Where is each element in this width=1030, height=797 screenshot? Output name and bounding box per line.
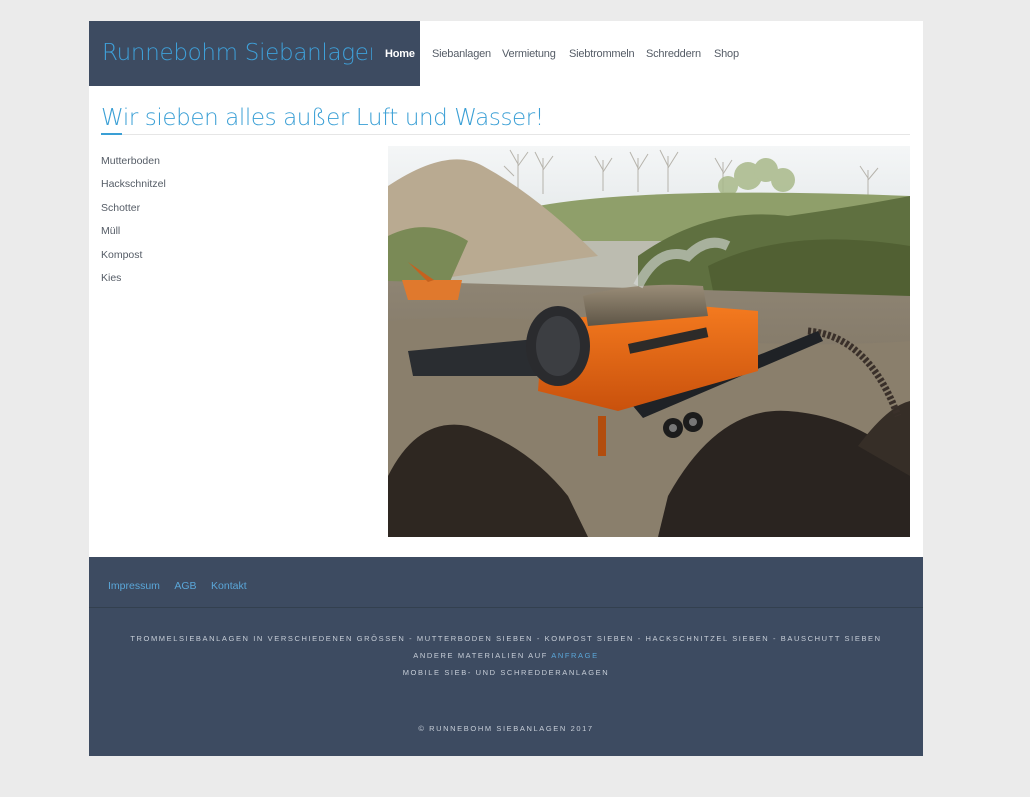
headline-divider <box>101 134 910 135</box>
footer-request-line: ANDERE MATERIALIEN AUF ANFRAGE <box>89 651 923 660</box>
footer-request-text: ANDERE MATERIALIEN AUF <box>413 651 548 660</box>
nav-item-shop[interactable]: Shop <box>714 48 739 60</box>
footer-link-impressum[interactable]: Impressum <box>108 580 160 592</box>
footer-services-line: TROMMELSIEBANLAGEN IN VERSCHIEDENEN GRÖS… <box>130 634 882 643</box>
material-item-kompost[interactable]: Kompost <box>101 249 166 272</box>
site-logo[interactable]: Runnebohm Siebanlagen <box>89 21 383 86</box>
footer-divider <box>89 607 923 608</box>
nav-item-schreddern[interactable]: Schreddern <box>646 48 701 60</box>
footer-mobile-line: MOBILE SIEB- UND SCHREDDERANLAGEN <box>402 668 610 677</box>
footer-link-kontakt[interactable]: Kontakt <box>211 580 247 592</box>
material-item-kies[interactable]: Kies <box>101 272 166 295</box>
nav-home-label[interactable]: Home <box>385 48 415 60</box>
footer-link-agb[interactable]: AGB <box>174 580 196 592</box>
footer-links: Impressum AGB Kontakt <box>108 576 257 594</box>
site-title[interactable]: Runnebohm Siebanlagen <box>102 40 383 66</box>
nav-item-siebanlagen[interactable]: Siebanlagen <box>432 48 491 60</box>
material-item-mutterboden[interactable]: Mutterboden <box>101 155 166 178</box>
page-headline: Wir sieben alles außer Luft und Wasser! <box>101 105 544 131</box>
hero-image-trommel-screener <box>388 146 910 537</box>
page-container: Runnebohm Siebanlagen Home Siebanlagen V… <box>89 21 923 756</box>
material-item-schotter[interactable]: Schotter <box>101 202 166 225</box>
material-item-muell[interactable]: Müll <box>101 225 166 248</box>
site-footer: Impressum AGB Kontakt TROMMELSIEBANLAGEN… <box>89 557 923 756</box>
nav-item-siebtrommeln[interactable]: Siebtrommeln <box>569 48 635 60</box>
footer-request-link[interactable]: ANFRAGE <box>551 651 598 660</box>
material-item-hackschnitzel[interactable]: Hackschnitzel <box>101 178 166 201</box>
footer-copyright: © RUNNEBOHM SIEBANLAGEN 2017 <box>418 724 594 733</box>
nav-item-home[interactable]: Home <box>372 21 420 86</box>
nav-item-vermietung[interactable]: Vermietung <box>502 48 556 60</box>
headline-accent <box>101 133 122 135</box>
materials-list: Mutterboden Hackschnitzel Schotter Müll … <box>101 155 166 295</box>
